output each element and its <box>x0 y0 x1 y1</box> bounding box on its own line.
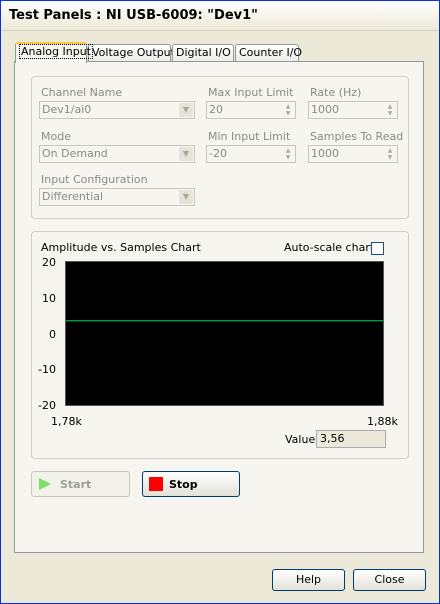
rate-label: Rate (Hz) <box>310 86 362 99</box>
samples-to-read-label: Samples To Read <box>310 130 404 143</box>
spinner-arrows-icon[interactable]: ▲ ▼ <box>384 147 396 161</box>
close-button[interactable]: Close <box>353 569 426 591</box>
min-input-limit-label: Min Input Limit <box>208 130 291 143</box>
y-tick-label: 20 <box>42 256 56 269</box>
title-bar: Test Panels : NI USB-6009: "Dev1" <box>1 1 439 31</box>
tab-digital-io-label: Digital I/O <box>176 46 231 59</box>
max-input-limit-field[interactable]: 20 ▲ ▼ <box>206 101 296 119</box>
test-panels-window: Test Panels : NI USB-6009: "Dev1" Analog… <box>0 0 440 604</box>
tab-analog-input[interactable]: Analog Input <box>15 42 93 63</box>
amplitude-chart-plot <box>65 261 384 406</box>
tab-voltage-output[interactable]: Voltage Output <box>88 44 175 62</box>
channel-name-label: Channel Name <box>41 86 123 99</box>
input-configuration-select[interactable]: Differential ▼ <box>39 188 195 206</box>
y-tick-label: -10 <box>38 363 56 376</box>
tab-voltage-output-label: Voltage Output <box>92 46 175 59</box>
spinner-arrows-icon[interactable]: ▲ ▼ <box>384 103 396 117</box>
mode-value: On Demand <box>42 147 108 160</box>
window-title: Test Panels : NI USB-6009: "Dev1" <box>9 8 258 23</box>
autoscale-label: Auto-scale chart <box>284 241 375 254</box>
max-input-limit-label: Max Input Limit <box>208 86 294 99</box>
channel-name-value: Dev1/ai0 <box>42 103 92 116</box>
start-button-label: Start <box>60 478 92 491</box>
chevron-down-icon: ▼ <box>179 147 193 161</box>
chevron-down-icon: ▼ <box>179 190 193 204</box>
stop-button[interactable]: Stop <box>142 471 240 497</box>
min-input-limit-field[interactable]: -20 ▲ ▼ <box>206 145 296 163</box>
samples-to-read-value: 1000 <box>311 147 339 160</box>
play-icon <box>39 478 51 490</box>
value-field: 3,56 <box>316 430 386 448</box>
y-tick-label: -20 <box>38 399 56 412</box>
input-configuration-label: Input Configuration <box>41 173 148 186</box>
tab-analog-input-label: Analog Input <box>19 44 93 59</box>
tab-digital-io[interactable]: Digital I/O <box>172 44 234 62</box>
min-input-limit-value: -20 <box>209 147 227 160</box>
stop-button-label: Stop <box>169 478 198 491</box>
stop-icon <box>149 477 163 491</box>
spinner-arrows-icon[interactable]: ▲ ▼ <box>282 103 294 117</box>
rate-value: 1000 <box>311 103 339 116</box>
help-button[interactable]: Help <box>272 569 345 591</box>
max-input-limit-value: 20 <box>209 103 223 116</box>
x-tick-label: 1,78k <box>51 415 82 428</box>
mode-label: Mode <box>41 130 71 143</box>
samples-to-read-field[interactable]: 1000 ▲ ▼ <box>308 145 398 163</box>
channel-name-select[interactable]: Dev1/ai0 ▼ <box>39 101 195 119</box>
value-label: Value <box>285 433 316 446</box>
y-tick-label: 0 <box>49 328 56 341</box>
x-tick-label: 1,88k <box>367 415 398 428</box>
mode-select[interactable]: On Demand ▼ <box>39 145 195 163</box>
chart-title: Amplitude vs. Samples Chart <box>41 241 201 254</box>
chevron-down-icon: ▼ <box>179 103 193 117</box>
rate-field[interactable]: 1000 ▲ ▼ <box>308 101 398 119</box>
autoscale-checkbox[interactable] <box>371 242 384 255</box>
input-configuration-value: Differential <box>42 190 104 203</box>
tab-counter-io[interactable]: Counter I/O <box>235 44 303 62</box>
start-button[interactable]: Start <box>31 471 130 497</box>
y-tick-label: 10 <box>42 292 56 305</box>
spinner-arrows-icon[interactable]: ▲ ▼ <box>282 147 294 161</box>
tab-counter-io-label: Counter I/O <box>239 46 303 59</box>
